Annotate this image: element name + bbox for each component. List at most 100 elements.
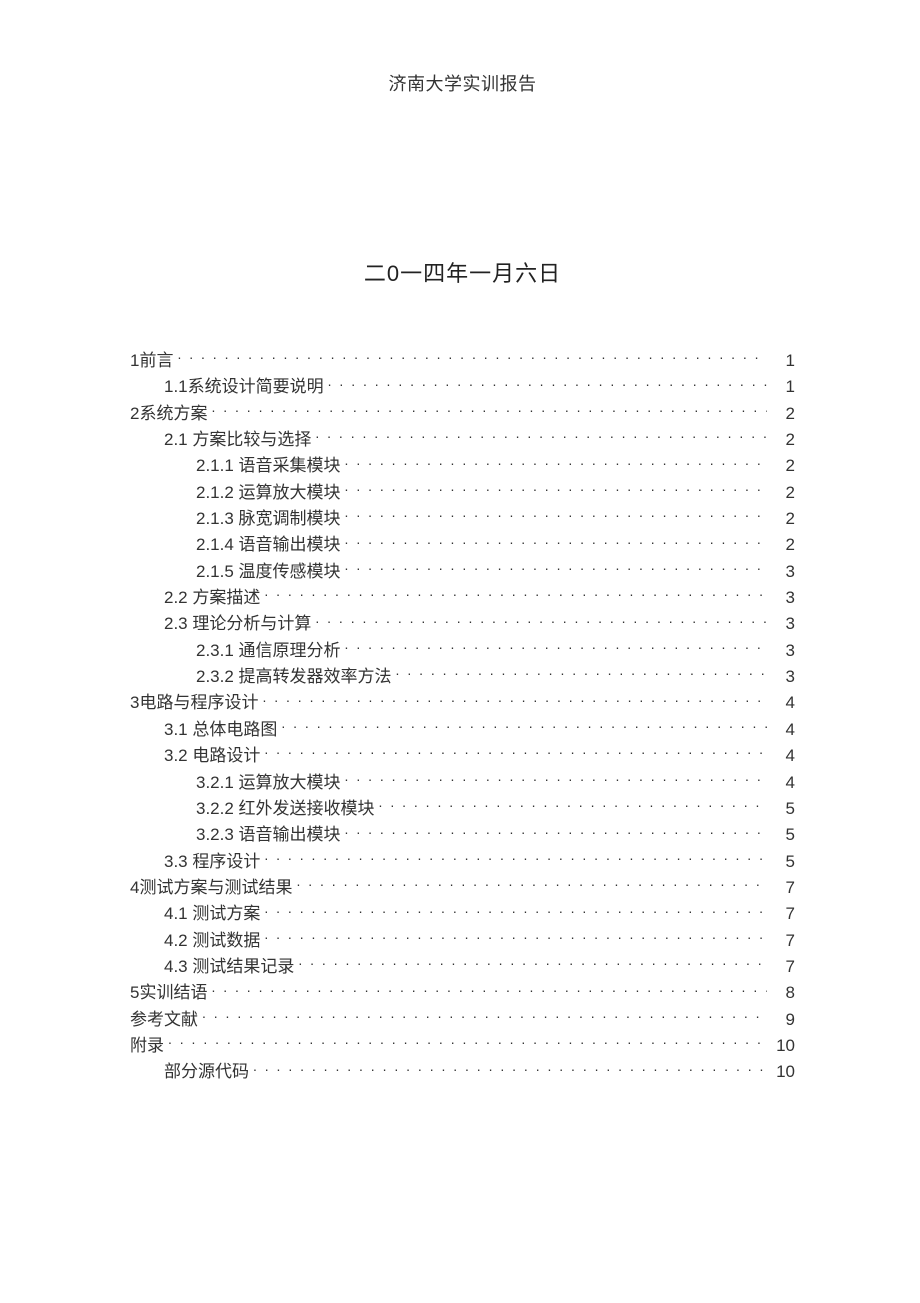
toc-leader-dots: [315, 428, 767, 445]
toc-entry-page: 7: [771, 901, 795, 927]
toc-entry-label: 5实训结语: [130, 980, 207, 1006]
toc-entry-label: 2.1 方案比较与选择: [164, 427, 311, 453]
toc-entry: 3.3 程序设计 5: [130, 849, 795, 875]
toc-entry-page: 5: [771, 796, 795, 822]
toc-entry: 4测试方案与测试结果7: [130, 875, 795, 901]
toc-entry: 2.3.2 提高转发器效率方法3: [130, 664, 795, 690]
toc-entry-page: 2: [771, 427, 795, 453]
toc-leader-dots: [253, 1060, 767, 1077]
toc-entry: 2.1.3 脉宽调制模块 2: [130, 506, 795, 532]
toc-entry-page: 10: [771, 1059, 795, 1085]
toc-entry-page: 3: [771, 611, 795, 637]
toc-entry: 2.1.2 运算放大模块 2: [130, 480, 795, 506]
toc-entry: 3.2.3 语音输出模块 5: [130, 822, 795, 848]
toc-entry: 2.1.5 温度传感模块3: [130, 559, 795, 585]
toc-entry-label: 2.3 理论分析与计算: [164, 611, 311, 637]
toc-entry: 2.1 方案比较与选择 2: [130, 427, 795, 453]
toc-entry: 1前言 1: [130, 348, 795, 374]
toc-leader-dots: [202, 1008, 767, 1025]
toc-leader-dots: [379, 797, 767, 814]
toc-entry-label: 4.1 测试方案: [164, 901, 260, 927]
toc-entry-page: 4: [771, 690, 795, 716]
toc-entry-page: 1: [771, 348, 795, 374]
toc-entry-page: 10: [771, 1033, 795, 1059]
toc-entry-label: 2.1.2 运算放大模块: [196, 480, 341, 506]
toc-entry-page: 2: [771, 453, 795, 479]
toc-entry-page: 4: [771, 743, 795, 769]
toc-entry-label: 2.2 方案描述: [164, 585, 260, 611]
toc-entry-label: 2.3.2 提高转发器效率方法: [196, 664, 392, 690]
toc-leader-dots: [345, 481, 767, 498]
toc-leader-dots: [345, 454, 767, 471]
toc-leader-dots: [345, 507, 767, 524]
toc-leader-dots: [211, 981, 767, 998]
toc-entry-label: 参考文献: [130, 1007, 198, 1033]
toc-entry-label: 4.3 测试结果记录: [164, 954, 294, 980]
toc-leader-dots: [345, 823, 767, 840]
toc-leader-dots: [264, 850, 767, 867]
toc-entry-page: 8: [771, 980, 795, 1006]
toc-entry: 部分源代码 10: [130, 1059, 795, 1085]
document-page: 济南大学实训报告 二0一四年一月六日 1前言 11.1系统设计简要说明12系统方案…: [0, 0, 920, 1303]
toc-entry-label: 附录: [130, 1033, 164, 1059]
toc-leader-dots: [281, 718, 767, 735]
toc-entry-label: 2.1.3 脉宽调制模块: [196, 506, 341, 532]
toc-leader-dots: [177, 349, 767, 366]
toc-leader-dots: [264, 586, 767, 603]
toc-entry-page: 2: [771, 480, 795, 506]
toc-entry-label: 2.3.1 通信原理分析: [196, 638, 341, 664]
toc-entry: 2.2 方案描述 3: [130, 585, 795, 611]
toc-entry-page: 1: [771, 374, 795, 400]
toc-entry-label: 1前言: [130, 348, 173, 374]
toc-leader-dots: [315, 612, 767, 629]
toc-entry-page: 2: [771, 532, 795, 558]
toc-entry: 1.1系统设计简要说明1: [130, 374, 795, 400]
toc-leader-dots: [262, 691, 767, 708]
toc-leader-dots: [298, 955, 767, 972]
toc-entry-label: 2.1.4 语音输出模块: [196, 532, 341, 558]
toc-entry-label: 3电路与程序设计: [130, 690, 258, 716]
toc-entry-page: 9: [771, 1007, 795, 1033]
table-of-contents: 1前言11.1系统设计简要说明12系统方案22.1 方案比较与选择22.1.1 …: [130, 348, 795, 1086]
running-header: 济南大学实训报告: [130, 70, 795, 96]
toc-leader-dots: [396, 665, 767, 682]
toc-entry-label: 3.2.1 运算放大模块: [196, 770, 341, 796]
toc-entry: 附录 10: [130, 1033, 795, 1059]
toc-leader-dots: [345, 771, 767, 788]
toc-entry: 2.3 理论分析与计算 3: [130, 611, 795, 637]
toc-entry: 3电路与程序设计 4: [130, 690, 795, 716]
toc-entry-label: 3.2 电路设计: [164, 743, 260, 769]
date-line: 二0一四年一月六日: [130, 256, 795, 288]
toc-entry-label: 2系统方案: [130, 401, 207, 427]
toc-entry-page: 3: [771, 559, 795, 585]
toc-entry-label: 4测试方案与测试结果: [130, 875, 292, 901]
toc-entry: 2.1.1 语音采集模块 2: [130, 453, 795, 479]
toc-entry: 4.3 测试结果记录7: [130, 954, 795, 980]
toc-entry: 2.3.1 通信原理分析 3: [130, 638, 795, 664]
toc-entry-page: 5: [771, 849, 795, 875]
toc-leader-dots: [211, 402, 767, 419]
toc-leader-dots: [296, 876, 767, 893]
toc-leader-dots: [264, 744, 767, 761]
toc-entry-page: 5: [771, 822, 795, 848]
toc-leader-dots: [345, 533, 767, 550]
toc-leader-dots: [168, 1034, 767, 1051]
toc-entry-label: 部分源代码: [164, 1059, 249, 1085]
toc-entry-label: 3.2.3 语音输出模块: [196, 822, 341, 848]
toc-entry-label: 3.3 程序设计: [164, 849, 260, 875]
toc-leader-dots: [345, 560, 767, 577]
toc-leader-dots: [264, 929, 767, 946]
toc-entry-page: 4: [771, 717, 795, 743]
toc-entry: 2系统方案 2: [130, 401, 795, 427]
toc-entry: 4.2 测试数据7: [130, 928, 795, 954]
toc-entry-page: 2: [771, 401, 795, 427]
toc-entry-label: 2.1.1 语音采集模块: [196, 453, 341, 479]
toc-entry-page: 2: [771, 506, 795, 532]
toc-entry-page: 7: [771, 928, 795, 954]
toc-entry: 3.2 电路设计 4: [130, 743, 795, 769]
toc-entry: 4.1 测试方案 7: [130, 901, 795, 927]
toc-entry-page: 3: [771, 638, 795, 664]
toc-entry: 2.1.4 语音输出模块 2: [130, 532, 795, 558]
toc-entry-page: 3: [771, 585, 795, 611]
toc-entry: 3.2.1 运算放大模块4: [130, 770, 795, 796]
